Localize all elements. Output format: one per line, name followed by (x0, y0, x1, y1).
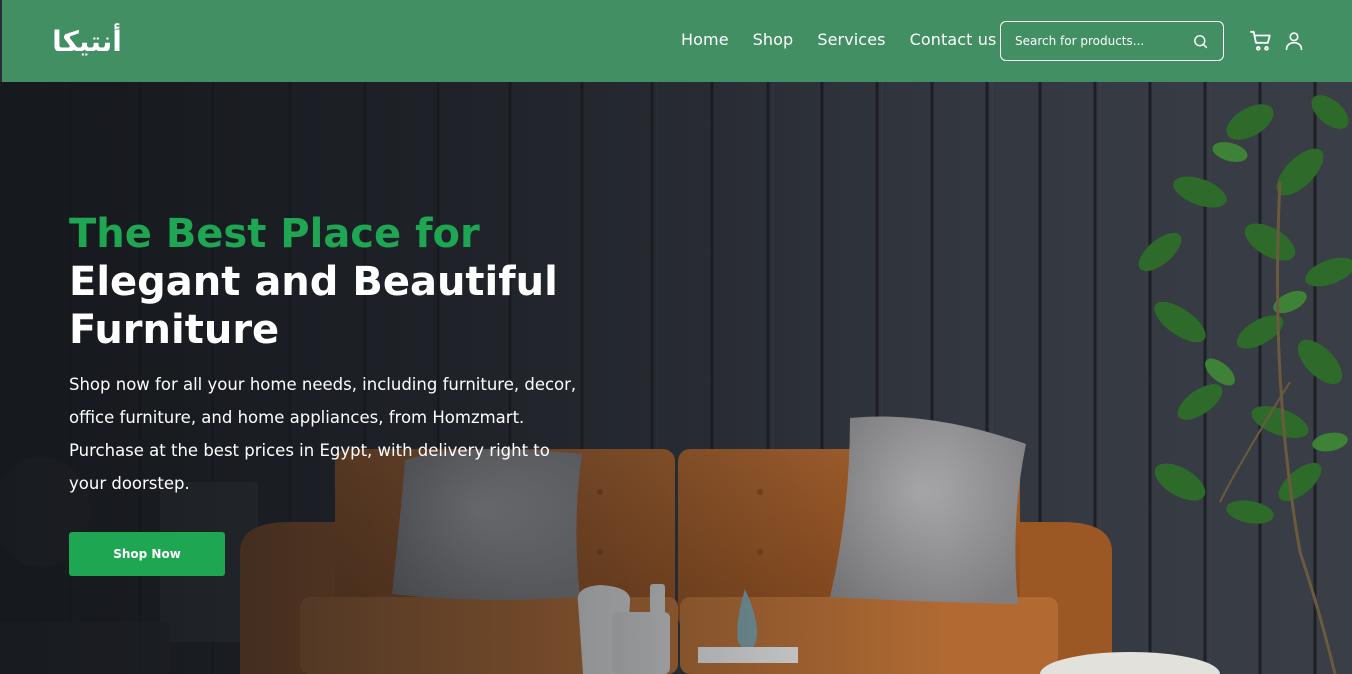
nav-link-services[interactable]: Services (817, 30, 885, 49)
site-logo[interactable]: أنتيكا (42, 19, 132, 61)
hero-description: Shop now for all your home needs, includ… (69, 375, 577, 493)
nav-link-shop[interactable]: Shop (753, 30, 794, 49)
hero-title-highlight: The Best Place for (69, 211, 480, 257)
hero-content: The Best Place for Elegant and Beautiful… (69, 210, 629, 500)
search-box (1000, 21, 1224, 61)
navbar: أنتيكا Home Shop Services Contact us (2, 0, 1352, 82)
logo-text: أنتيكا (52, 23, 122, 58)
shop-now-button[interactable]: Shop Now (69, 532, 225, 576)
user-icon[interactable] (1284, 30, 1304, 52)
hero-title-line2: Elegant and Beautiful (69, 259, 558, 305)
search-icon[interactable] (1192, 33, 1209, 50)
hero-title: The Best Place for Elegant and Beautiful… (69, 210, 629, 354)
main-nav: Home Shop Services Contact us (681, 30, 996, 49)
hero-title-line3: Furniture (69, 307, 280, 353)
hero-section: The Best Place for Elegant and Beautiful… (0, 82, 1352, 674)
nav-link-contact[interactable]: Contact us (910, 30, 997, 49)
cart-icon[interactable] (1250, 30, 1272, 52)
search-input[interactable] (1015, 34, 1185, 48)
nav-link-home[interactable]: Home (681, 30, 729, 49)
